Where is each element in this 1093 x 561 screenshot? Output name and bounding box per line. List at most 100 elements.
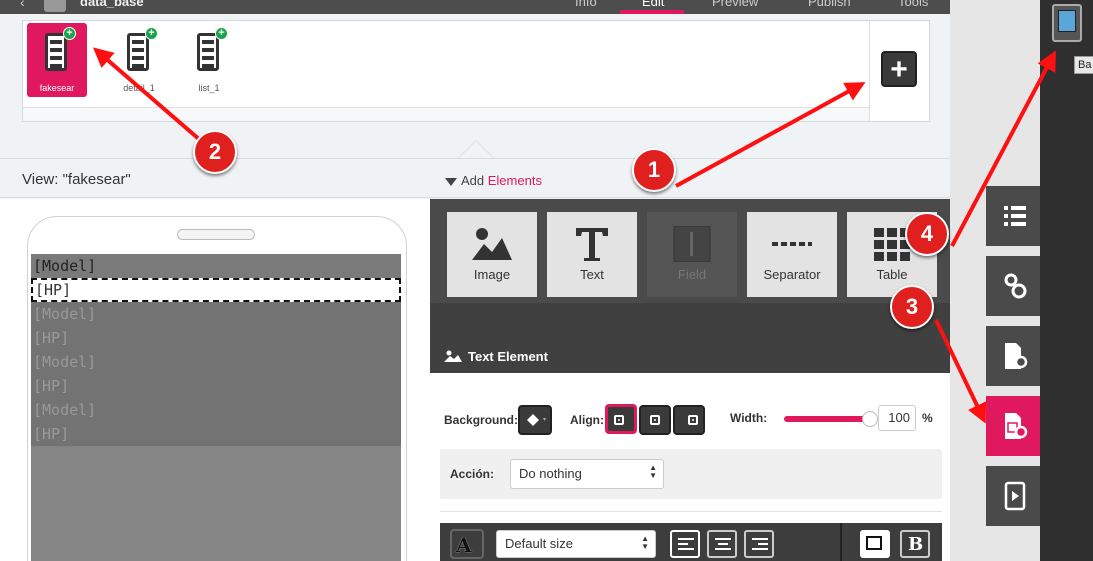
text-icon <box>572 226 612 262</box>
bold-icon: B <box>908 534 924 555</box>
palette-item-label: Field <box>677 267 707 282</box>
align-center-icon <box>650 415 660 425</box>
tab-tools[interactable]: Tools <box>898 0 928 9</box>
device-panel: Ba <box>1040 0 1093 561</box>
text-align-center-button[interactable] <box>707 530 737 558</box>
align-label: Align: <box>570 413 604 427</box>
screens-strip: + fakesear + detail_1 + list_1 + <box>22 20 930 122</box>
annotation-badge-1: 1 <box>632 148 676 192</box>
screen-item-detail[interactable]: + detail_1 <box>109 23 169 97</box>
background-label: Background: <box>444 413 519 427</box>
align-right-icon <box>688 415 698 425</box>
palette-item-text[interactable]: Text <box>547 212 637 297</box>
screen-phone-icon <box>45 33 67 71</box>
accion-select[interactable]: Do nothing ▲ ▼ <box>510 459 664 489</box>
screens-scroll-strip[interactable] <box>23 107 871 121</box>
screen-phone-icon <box>127 33 149 71</box>
align-left-icon <box>614 415 624 425</box>
tab-info[interactable]: Info <box>575 0 597 9</box>
gears-icon <box>1004 273 1027 299</box>
color-swatch-icon <box>866 536 882 550</box>
width-input[interactable]: 100 <box>878 405 916 431</box>
editor-main: + fakesear + detail_1 + list_1 + View: "… <box>0 14 950 561</box>
tooltip: Ba <box>1074 56 1093 74</box>
view-title: View: "fakesear" <box>22 171 131 188</box>
align-left-button[interactable] <box>605 404 637 434</box>
palette-item-label: Image <box>473 267 511 282</box>
phone-device-icon <box>1058 10 1076 32</box>
select-arrows-icon: ▲ ▼ <box>641 534 649 551</box>
phone-play-icon <box>1004 481 1026 511</box>
paint-bucket-icon <box>527 414 546 426</box>
tab-publish[interactable]: Publish <box>808 0 851 9</box>
text-align-right-button[interactable] <box>744 530 774 558</box>
divider <box>440 511 942 512</box>
font-size-value: Default size <box>505 536 573 551</box>
screen-item-fakesear[interactable]: + fakesear <box>27 23 87 97</box>
table-settings-button[interactable] <box>986 396 1042 456</box>
list-row[interactable]: [Model] <box>31 302 401 326</box>
add-elements-highlight: Elements <box>487 173 542 188</box>
screen-item-list[interactable]: + list_1 <box>179 23 239 97</box>
annotation-badge-3: 3 <box>890 285 934 329</box>
list-row[interactable]: [HP] <box>31 278 401 302</box>
background-color-button[interactable] <box>518 405 552 435</box>
text-element-header: Text Element <box>430 303 950 373</box>
align-center-button[interactable] <box>639 405 671 435</box>
add-screen-column: + <box>869 21 929 121</box>
side-toolbar <box>950 0 1042 561</box>
text-bg-color-button[interactable] <box>860 530 890 558</box>
phone-screen: [Model] [HP] [Model] [HP] [Model] [HP] [Model]… <box>31 254 401 561</box>
add-badge-icon[interactable]: + <box>63 27 76 40</box>
add-elements-prefix: Add <box>461 173 488 188</box>
add-badge-icon[interactable]: + <box>145 27 158 40</box>
phone-frame: [Model] [HP] [Model] [HP] [Model] [HP] [Model]… <box>27 216 407 561</box>
top-nav: ‹ data_base Info Edit Preview Publish To… <box>0 0 950 14</box>
tab-preview[interactable]: Preview <box>712 0 758 9</box>
accion-row: Acción: Do nothing ▲ ▼ <box>440 449 942 499</box>
screen-label: list_1 <box>198 83 220 93</box>
page-settings-button[interactable] <box>986 326 1042 386</box>
list-row[interactable]: [HP] <box>31 374 401 398</box>
media-button[interactable] <box>986 466 1042 526</box>
list-row[interactable]: [Model] <box>31 254 401 278</box>
add-screen-button[interactable]: + <box>881 51 917 87</box>
section-title-wrap: Text Element <box>444 349 548 364</box>
font-toolbar: A Default size ▲ ▼ B <box>440 523 942 561</box>
palette-item-label: Table <box>876 267 908 282</box>
width-slider[interactable] <box>784 411 878 427</box>
table-gear-icon <box>1005 413 1028 439</box>
list-row[interactable]: [HP] <box>31 422 401 446</box>
screen-label: detail_1 <box>123 83 155 93</box>
list-view-button[interactable] <box>986 186 1042 246</box>
back-arrow-icon[interactable]: ‹ <box>20 0 25 10</box>
app-icon <box>44 0 66 12</box>
add-elements-toggle[interactable]: Add Elements <box>445 173 542 188</box>
palette-item-separator[interactable]: Separator <box>747 212 837 297</box>
pointer-triangle <box>458 140 494 158</box>
align-right-button[interactable] <box>673 405 705 435</box>
phone-empty-area <box>31 446 401 561</box>
text-align-left-button[interactable] <box>670 530 700 558</box>
triangle-down-icon <box>445 177 457 186</box>
accion-select-value: Do nothing <box>519 466 582 481</box>
add-badge-icon[interactable]: + <box>215 27 228 40</box>
slider-knob[interactable] <box>862 411 878 427</box>
field-icon <box>672 225 712 263</box>
device-phone-button[interactable] <box>1052 4 1082 42</box>
select-arrows-icon: ▲ ▼ <box>649 463 657 480</box>
list-row[interactable]: [HP] <box>31 326 401 350</box>
properties-panel: Background: Align: Width: 100 % Acción: … <box>430 373 950 561</box>
settings-button[interactable] <box>986 256 1042 316</box>
font-color-button[interactable]: A <box>450 529 484 559</box>
width-label: Width: <box>730 411 768 425</box>
list-row[interactable]: [Model] <box>31 350 401 374</box>
screen-phone-icon <box>197 33 219 71</box>
accion-label: Acción: <box>450 467 495 481</box>
list-row[interactable]: [Model] <box>31 398 401 422</box>
font-size-select[interactable]: Default size ▲ ▼ <box>496 530 656 558</box>
tab-edit[interactable]: Edit <box>642 0 664 9</box>
separator-icon <box>772 226 812 262</box>
bold-button[interactable]: B <box>900 530 930 558</box>
palette-item-image[interactable]: Image <box>447 212 537 297</box>
